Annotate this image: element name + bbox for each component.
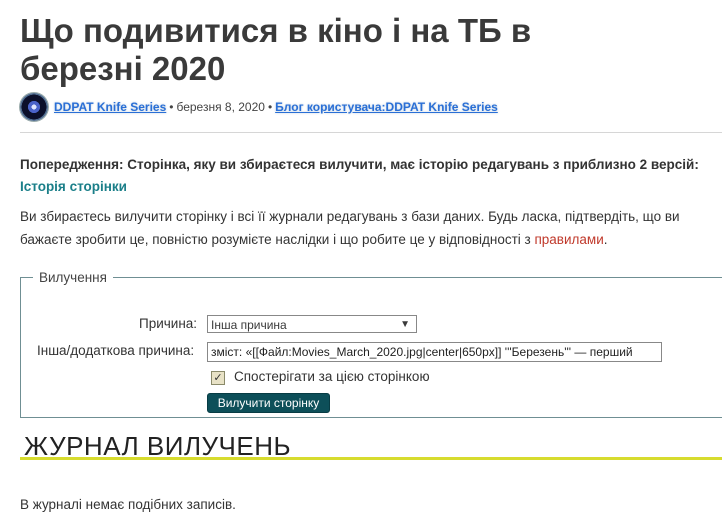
- info-message: Ви збираєтесь вилучити сторінку і всі її…: [20, 205, 715, 251]
- other-reason-input[interactable]: зміст: «[[Файл:Movies_March_2020.jpg|cen…: [207, 342, 662, 362]
- info-end: .: [603, 232, 608, 247]
- avatar[interactable]: [20, 93, 48, 121]
- meta-separator: •: [169, 100, 174, 114]
- other-reason-label: Інша/додаткова причина:: [37, 343, 195, 358]
- reason-label: Причина:: [139, 316, 198, 331]
- warning-message: Попередження: Сторінка, яку ви збираєтес…: [20, 154, 710, 198]
- warning-text: Попередження: Сторінка, яку ви збираєтес…: [20, 157, 699, 172]
- author-meta: DDPAT Knife Series • березня 8, 2020 • Б…: [20, 93, 498, 121]
- reason-value: Інша причина: [211, 318, 287, 332]
- delete-form: Вилучення Причина: Інша причина ▼ Інша/д…: [20, 270, 722, 418]
- post-date: березня 8, 2020: [176, 100, 265, 114]
- divider: [20, 132, 722, 133]
- author-link[interactable]: DDPAT Knife Series: [54, 100, 166, 114]
- rules-link[interactable]: правилами: [534, 232, 603, 247]
- page-title: Що подивитися в кіно і на ТБ в березні 2…: [20, 12, 532, 87]
- log-empty-text: В журналі немає подібних записів.: [20, 497, 236, 512]
- form-legend: Вилучення: [39, 270, 107, 285]
- history-link[interactable]: Історія сторінки: [20, 179, 127, 194]
- blog-link[interactable]: Блог користувача:DDPAT Knife Series: [275, 100, 498, 114]
- watch-label[interactable]: Спостерігати за цією сторінкою: [234, 369, 430, 384]
- heading-underline: [20, 457, 722, 460]
- watch-checkbox[interactable]: ✓: [211, 371, 225, 385]
- meta-separator-2: •: [267, 100, 273, 114]
- delete-page-button[interactable]: Вилучити сторінку: [207, 393, 330, 413]
- reason-select[interactable]: Інша причина ▼: [207, 315, 417, 333]
- chevron-down-icon: ▼: [400, 319, 410, 330]
